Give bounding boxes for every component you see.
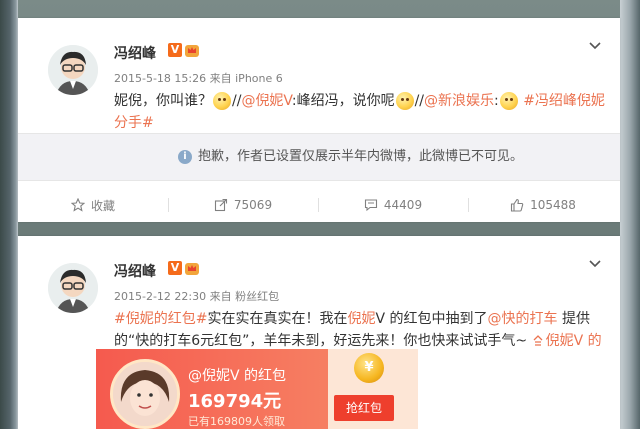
post-source[interactable]: iPhone 6 xyxy=(235,72,283,85)
comment-count: 44409 xyxy=(383,198,423,212)
forward-count: 75069 xyxy=(233,198,273,212)
topic-link[interactable]: #倪妮的红包# xyxy=(114,311,207,327)
emoji-icon xyxy=(213,92,231,110)
verified-badge-icon[interactable]: V xyxy=(168,43,182,57)
author-name[interactable]: 冯绍峰 xyxy=(114,43,156,63)
comment-icon xyxy=(364,199,377,212)
emoji-icon xyxy=(395,92,414,110)
source-prefix: 来自 xyxy=(209,290,232,303)
text-segment: V 的红包中抽到了 xyxy=(375,311,488,327)
weibo-post-2: 冯绍峰 V 2015-2-12 22:30 来自 粉丝红包 #倪妮的红包#实在实… xyxy=(18,236,620,429)
avatar[interactable] xyxy=(48,45,98,95)
notice-bar: i 抱歉，作者已设置仅展示半年内微博，此微博已不可见。 xyxy=(18,133,620,181)
text-segment: :峰绍冯，说你呢 xyxy=(291,93,395,109)
red-packet-count: 已有169809人领取 xyxy=(188,415,285,428)
red-packet-amount: 169794元 xyxy=(188,391,282,412)
chevron-down-icon[interactable] xyxy=(588,38,602,52)
vip-crown-icon[interactable] xyxy=(184,260,200,276)
weibo-post-1: 冯绍峰 V 2015-5-18 15:26 来自 iPhone 6 妮倪，你叫谁… xyxy=(18,18,620,222)
verified-badge-icon[interactable]: V xyxy=(168,261,182,275)
post-meta: 2015-2-12 22:30 来自 粉丝红包 xyxy=(114,288,279,304)
action-bar: 收藏 75069 44409 105488 xyxy=(18,190,620,220)
post-meta: 2015-5-18 15:26 来自 iPhone 6 xyxy=(114,70,283,86)
red-packet-avatar xyxy=(110,359,180,429)
comment-button[interactable]: 44409 xyxy=(318,190,468,220)
red-packet-title: @倪妮V 的红包 xyxy=(188,368,287,384)
post-text: 妮倪，你叫谁？//@倪妮V:峰绍冯，说你呢//@新浪娱乐: #冯绍峰倪妮分手# xyxy=(114,90,614,134)
text-segment: // xyxy=(414,93,425,109)
like-count: 105488 xyxy=(530,198,576,212)
source-prefix: 来自 xyxy=(209,72,232,85)
thumbs-up-icon xyxy=(511,198,524,212)
mention-link[interactable]: @快的打车 xyxy=(488,311,558,327)
red-packet-card[interactable]: @倪妮V 的红包 169794元 已有169809人领取 ¥ 抢红包 xyxy=(96,349,418,429)
favorite-label: 收藏 xyxy=(90,198,115,213)
mention-link[interactable]: @倪妮V xyxy=(241,93,291,109)
text-segment: 实在实在真实在！我在 xyxy=(207,311,348,327)
forward-icon xyxy=(214,198,227,212)
mention-link[interactable]: @新浪娱乐 xyxy=(424,93,494,109)
forward-button[interactable]: 75069 xyxy=(168,190,318,220)
info-icon: i xyxy=(178,149,192,164)
author-name[interactable]: 冯绍峰 xyxy=(114,261,156,281)
star-icon xyxy=(70,198,85,212)
grab-red-packet-button[interactable]: 抢红包 xyxy=(334,395,394,421)
vip-crown-icon[interactable] xyxy=(184,42,200,58)
coin-icon: ¥ xyxy=(354,353,384,383)
avatar[interactable] xyxy=(48,263,98,313)
post-source[interactable]: 粉丝红包 xyxy=(235,290,279,303)
text-segment: 妮倪，你叫谁？ xyxy=(114,93,212,109)
chevron-down-icon[interactable] xyxy=(588,256,602,270)
red-packet-link-icon xyxy=(533,335,543,346)
favorite-button[interactable]: 收藏 xyxy=(18,190,168,220)
mention-link[interactable]: 倪妮 xyxy=(347,311,375,327)
emoji-icon xyxy=(499,92,518,110)
notice-text: 抱歉，作者已设置仅展示半年内微博，此微博已不可见。 xyxy=(198,149,524,164)
post-time[interactable]: 2015-2-12 22:30 xyxy=(114,290,206,303)
post-time[interactable]: 2015-5-18 15:26 xyxy=(114,72,206,85)
text-segment: : xyxy=(494,93,499,109)
like-button[interactable]: 105488 xyxy=(468,190,618,220)
